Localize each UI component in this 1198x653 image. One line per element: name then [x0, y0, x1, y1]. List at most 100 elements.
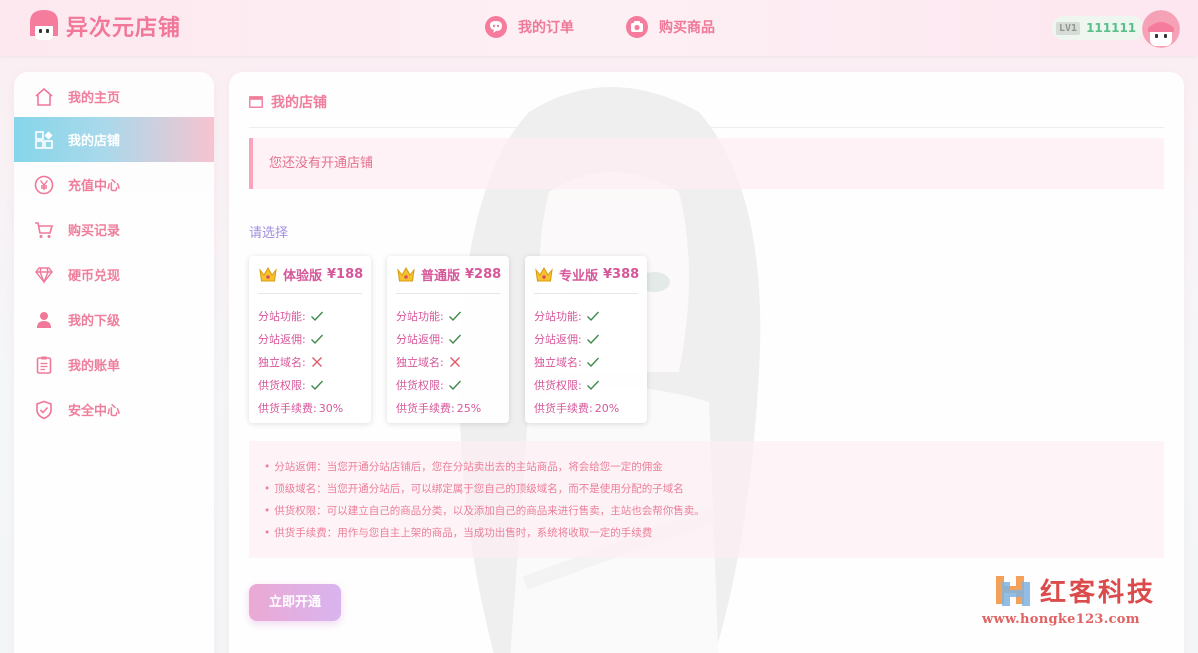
- divider: [258, 293, 362, 294]
- plan-fee: 供货手续费: 30%: [258, 399, 343, 417]
- choose-label: 请选择: [249, 226, 289, 241]
- feature-label: 分站功能:: [396, 310, 444, 323]
- watermark-url: www.hongke123.com: [982, 612, 1140, 627]
- home-icon: [35, 87, 53, 106]
- feature-label: 供货权限:: [396, 379, 444, 392]
- plan-name: 专业版: [559, 268, 599, 284]
- sidebar-item-label: 我的账单: [68, 359, 121, 374]
- check-icon: [448, 311, 461, 322]
- description-line: • 供货手续费：用作与您自主上架的商品，当成功出售时，系统将收取一定的手续费: [264, 527, 653, 539]
- plan-price: ¥388: [603, 266, 640, 282]
- feature-label: 分站返佣:: [258, 333, 306, 346]
- feature-descriptions: • 分站返佣：当您开通分站店铺后，您在分站卖出去的主站商品，将会给您一定的佣金 •…: [249, 441, 1164, 558]
- plan-feature: 分站返佣:: [396, 330, 462, 348]
- fee-label: 供货手续费:: [396, 402, 455, 415]
- check-icon: [310, 334, 323, 345]
- nav-buy-goods[interactable]: 购买商品: [625, 14, 715, 40]
- logo-icon: [30, 10, 58, 40]
- open-shop-button[interactable]: 立即开通: [249, 584, 341, 621]
- plan-header: 体验版 ¥188: [258, 264, 363, 284]
- watermark-logo-icon: [996, 576, 1030, 606]
- fee-value: 20%: [594, 401, 620, 415]
- crown-icon: [397, 266, 415, 282]
- sidebar-item-label: 安全中心: [68, 404, 121, 419]
- feature-label: 分站功能:: [534, 310, 582, 323]
- shop-status-notice: 您还没有开通店铺: [249, 138, 1164, 189]
- avatar[interactable]: [1142, 10, 1180, 48]
- fee-label: 供货手续费:: [534, 402, 593, 415]
- cross-icon: [449, 357, 460, 367]
- nav-my-orders[interactable]: 我的订单: [484, 14, 574, 40]
- shield-icon: [36, 400, 52, 419]
- feature-label: 分站返佣:: [534, 333, 582, 346]
- plan-feature: 独立域名:: [258, 353, 324, 371]
- apps-icon: [35, 130, 53, 149]
- plan-feature: 分站返佣:: [534, 330, 600, 348]
- main-panel: 我的店铺 您还没有开通店铺 请选择 体验版 ¥188 分站功能: 分站返佣: 独…: [229, 72, 1184, 653]
- sidebar-item-subordinates[interactable]: 我的下级: [14, 297, 214, 342]
- username: 111111: [1086, 21, 1137, 35]
- camera-icon: [626, 16, 648, 38]
- plan-header: 普通版 ¥288: [396, 264, 501, 284]
- sidebar-item-home[interactable]: 我的主页: [14, 74, 214, 119]
- crown-icon: [259, 266, 277, 282]
- description-text: 供货手续费：用作与您自主上架的商品，当成功出售时，系统将收取一定的手续费: [274, 527, 653, 539]
- check-icon: [448, 380, 461, 391]
- check-icon: [448, 334, 461, 345]
- plan-header: 专业版 ¥388: [534, 264, 639, 284]
- watermark-title: 红客科技: [1040, 578, 1157, 608]
- feature-label: 独立域名:: [396, 356, 444, 369]
- sidebar-item-security[interactable]: 安全中心: [14, 387, 214, 432]
- nav-my-orders-label: 我的订单: [518, 20, 574, 36]
- sidebar-item-purchase-records[interactable]: 购买记录: [14, 207, 214, 252]
- feature-label: 分站功能:: [258, 310, 306, 323]
- plan-price: ¥188: [327, 266, 364, 282]
- window-icon: [249, 96, 263, 108]
- user-icon: [37, 311, 51, 328]
- check-icon: [310, 380, 323, 391]
- plan-feature: 分站返佣:: [258, 330, 324, 348]
- user-level-badge[interactable]: LV1 111111: [1052, 16, 1145, 40]
- sidebar-item-coin-cashout[interactable]: 硬币兑现: [14, 252, 214, 297]
- yen-icon: [34, 175, 54, 194]
- sidebar-item-label: 我的主页: [68, 91, 121, 106]
- feature-label: 分站返佣:: [396, 333, 444, 346]
- level-tag: LV1: [1056, 21, 1081, 35]
- nav-buy-goods-label: 购买商品: [659, 20, 715, 36]
- plan-name: 体验版: [283, 268, 323, 284]
- clipboard-icon: [36, 356, 52, 374]
- page-title: 我的店铺: [249, 92, 327, 112]
- plan-feature: 供货权限:: [258, 376, 324, 394]
- divider: [249, 127, 1164, 128]
- sidebar-item-label: 我的下级: [68, 314, 121, 329]
- sidebar-item-recharge[interactable]: 充值中心: [14, 162, 214, 207]
- plan-feature: 独立域名:: [396, 353, 462, 371]
- plan-feature: 分站功能:: [534, 307, 600, 325]
- watermark: 红客科技 www.hongke123.com: [982, 570, 1188, 636]
- check-icon: [586, 380, 599, 391]
- fee-value: 25%: [456, 401, 482, 415]
- divider: [396, 293, 500, 294]
- plan-fee: 供货手续费: 25%: [396, 399, 481, 417]
- sidebar-item-bills[interactable]: 我的账单: [14, 342, 214, 387]
- plan-card-trial[interactable]: 体验版 ¥188 分站功能: 分站返佣: 独立域名: 供货权限: 供货手续费: 3…: [249, 256, 371, 423]
- description-line: • 供货权限：可以建立自己的商品分类，以及添加自己的商品来进行售卖，主站也会帮你售…: [264, 505, 705, 517]
- divider: [534, 293, 638, 294]
- feature-label: 供货权限:: [258, 379, 306, 392]
- check-icon: [310, 311, 323, 322]
- description-line: • 顶级域名：当您开通分站后，可以绑定属于您自己的顶级域名，而不是使用分配的子域名: [264, 483, 684, 495]
- plan-card-standard[interactable]: 普通版 ¥288 分站功能: 分站返佣: 独立域名: 供货权限: 供货手续费: 2…: [387, 256, 509, 423]
- plan-card-pro[interactable]: 专业版 ¥388 分站功能: 分站返佣: 独立域名: 供货权限: 供货手续费: 2…: [525, 256, 647, 423]
- cart-icon: [35, 221, 54, 238]
- fee-label: 供货手续费:: [258, 402, 317, 415]
- sidebar-item-my-shop[interactable]: 我的店铺: [14, 117, 214, 162]
- plan-feature: 分站功能:: [258, 307, 324, 325]
- page-title-text: 我的店铺: [271, 95, 327, 111]
- sidebar-item-label: 充值中心: [68, 179, 121, 194]
- description-text: 顶级域名：当您开通分站后，可以绑定属于您自己的顶级域名，而不是使用分配的子域名: [274, 483, 684, 495]
- fee-value: 30%: [318, 401, 344, 415]
- crown-icon: [535, 266, 553, 282]
- plan-feature: 供货权限:: [534, 376, 600, 394]
- feature-label: 独立域名:: [534, 356, 582, 369]
- plan-fee: 供货手续费: 20%: [534, 399, 619, 417]
